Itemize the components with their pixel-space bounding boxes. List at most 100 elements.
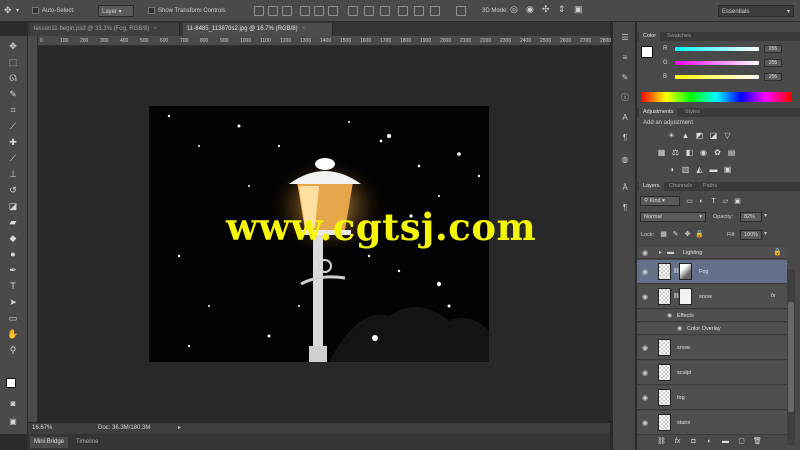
color-lookup-icon[interactable]: ▤ — [727, 148, 736, 157]
visibility-eye-icon[interactable]: ◉ — [642, 369, 648, 377]
align-vcenter-icon[interactable] — [268, 6, 278, 16]
lock-transparent-icon[interactable]: ▦ — [659, 230, 668, 239]
visibility-eye-icon[interactable]: ◉ — [642, 419, 648, 427]
delete-layer-icon[interactable]: 🗑 — [753, 437, 762, 446]
effect-color-overlay-row[interactable]: ◉ Color Overlay — [637, 323, 787, 335]
b-channel-value[interactable]: 255 — [764, 73, 782, 81]
distribute-right-icon[interactable] — [430, 6, 440, 16]
layer-fog[interactable]: ◉ fog — [637, 386, 787, 410]
r-channel-value[interactable]: 255 — [764, 45, 782, 53]
workspace-dropdown[interactable]: Essentials ▾ — [718, 5, 794, 17]
history-panel-icon[interactable]: ☰ — [619, 32, 631, 43]
fx-badge[interactable]: fx — [771, 293, 775, 299]
lock-position-icon[interactable]: ✥ — [683, 230, 692, 239]
opacity-value[interactable]: 82% — [740, 212, 762, 222]
brush-panel-icon[interactable]: ✎ — [619, 72, 631, 83]
new-group-icon[interactable]: ▬ — [721, 437, 730, 446]
tab-timeline[interactable]: Timeline — [72, 437, 102, 448]
layer-mask-thumbnail[interactable] — [679, 288, 692, 305]
tab-styles[interactable]: Styles — [681, 108, 704, 117]
lock-all-icon[interactable]: 🔒 — [695, 230, 704, 239]
path-selection-tool-icon[interactable]: ➤ — [6, 296, 20, 308]
marquee-tool-icon[interactable]: ⬚ — [6, 56, 20, 68]
tool-preset-dropdown[interactable]: ▾ — [16, 5, 19, 17]
black-white-icon[interactable]: ◧ — [685, 148, 694, 157]
layers-scrollbar-thumb[interactable] — [788, 302, 794, 412]
close-icon[interactable]: × — [302, 26, 306, 32]
tab-adjustments[interactable]: Adjustments — [639, 108, 678, 117]
r-channel-slider[interactable] — [675, 47, 759, 51]
eyedropper-tool-icon[interactable]: ⟋ — [6, 120, 20, 132]
filter-shape-icon[interactable]: ▱ — [721, 197, 730, 206]
status-menu-arrow-icon[interactable]: ▸ — [178, 424, 181, 431]
tab-paths[interactable]: Paths — [699, 182, 721, 191]
fill-slider-arrow-icon[interactable]: ▾ — [764, 230, 767, 237]
screen-mode-icon[interactable]: ▣ — [6, 416, 20, 428]
quick-mask-icon[interactable]: ◙ — [6, 398, 20, 410]
shape-tool-icon[interactable]: ▭ — [6, 312, 20, 324]
close-icon[interactable]: × — [153, 26, 157, 32]
distribute-vcenter-icon[interactable] — [364, 6, 374, 16]
visibility-eye-icon[interactable]: ◉ — [642, 249, 648, 257]
tab-mini-bridge[interactable]: Mini Bridge — [30, 437, 69, 448]
layer-snow-with-effects[interactable]: ◉ ⛓ snow fx — [637, 285, 787, 309]
tab-lesson11[interactable]: lesson11-begin.psd @ 33.3% (Fog, RGB/8) × — [30, 23, 180, 36]
vibrance-icon[interactable]: ▽ — [723, 131, 732, 140]
brightness-contrast-icon[interactable]: ☀ — [667, 131, 676, 140]
lock-image-icon[interactable]: ✎ — [671, 230, 680, 239]
character-panel-icon[interactable]: A — [619, 112, 631, 123]
tab-layers[interactable]: Layers — [639, 182, 664, 191]
foreground-swatch[interactable] — [641, 46, 653, 58]
eraser-tool-icon[interactable]: ◪ — [6, 200, 20, 212]
distribute-left-icon[interactable] — [398, 6, 408, 16]
align-bottom-icon[interactable] — [282, 6, 292, 16]
layer-filter-dropdown[interactable]: ⚲ Kind ▾ — [640, 196, 680, 206]
move-tool-icon[interactable]: ✥ — [4, 4, 12, 16]
effect-eye-icon[interactable]: ◉ — [677, 325, 682, 332]
b-channel-slider[interactable] — [675, 75, 759, 79]
3d-roll-icon[interactable]: ◉ — [526, 3, 534, 15]
pen-tool-icon[interactable]: ✒ — [6, 264, 20, 276]
align-hcenter-icon[interactable] — [314, 6, 324, 16]
brush-tool-icon[interactable]: ⟋ — [6, 152, 20, 164]
posterize-icon[interactable]: ▥ — [681, 165, 690, 174]
glyphs-panel-icon[interactable]: Ä — [619, 182, 631, 193]
filter-pixel-icon[interactable]: ▭ — [685, 197, 694, 206]
layer-stairs[interactable]: ◉ stairs — [637, 411, 787, 435]
dodge-tool-icon[interactable]: ● — [6, 248, 20, 260]
tab-channels[interactable]: Channels — [665, 182, 696, 191]
blur-tool-icon[interactable]: ◆ — [6, 232, 20, 244]
add-layer-style-icon[interactable]: fx — [673, 437, 682, 446]
clone-source-panel-icon[interactable]: ◍ — [619, 154, 631, 165]
hue-saturation-icon[interactable]: ▦ — [657, 148, 666, 157]
filter-type-icon[interactable]: T — [709, 197, 718, 206]
align-top-icon[interactable] — [254, 6, 264, 16]
zoom-level[interactable]: 16.67% — [32, 425, 52, 431]
paragraph-panel-icon[interactable]: ¶ — [619, 132, 631, 143]
gradient-map-icon[interactable]: ▬ — [709, 165, 718, 174]
layer-group-lighting[interactable]: ◉ ▸ ▬ Lighting 🔒 — [637, 247, 787, 259]
filter-smart-object-icon[interactable]: ▣ — [733, 197, 742, 206]
layer-fog-selected[interactable]: ◉ ⛓ Fog — [637, 260, 787, 284]
tab-color[interactable]: Color — [639, 32, 661, 41]
color-balance-icon[interactable]: ⚖ — [671, 148, 680, 157]
visibility-eye-icon[interactable]: ◉ — [642, 293, 648, 301]
auto-select-dropdown[interactable]: Layer ▾ — [98, 5, 134, 17]
visibility-eye-icon[interactable]: ◉ — [642, 268, 648, 276]
color-spectrum-ramp[interactable] — [641, 92, 791, 102]
clone-stamp-tool-icon[interactable]: ⊥ — [6, 168, 20, 180]
lasso-tool-icon[interactable]: ᘏ — [6, 72, 20, 84]
crop-tool-icon[interactable]: ⌗ — [6, 104, 20, 116]
levels-icon[interactable]: ▲ — [681, 131, 690, 140]
g-channel-slider[interactable] — [675, 61, 759, 65]
paragraph-styles-icon[interactable]: ¶ — [619, 202, 631, 213]
3d-pan-icon[interactable]: ✣ — [542, 3, 550, 15]
effects-eye-icon[interactable]: ◉ — [667, 312, 672, 319]
history-brush-tool-icon[interactable]: ↺ — [6, 184, 20, 196]
auto-align-icon[interactable] — [456, 6, 466, 16]
3d-scale-icon[interactable]: ▣ — [574, 3, 583, 15]
properties-panel-icon[interactable]: ≡ — [619, 52, 631, 63]
type-tool-icon[interactable]: T — [6, 280, 20, 292]
selective-color-icon[interactable]: ▣ — [723, 165, 732, 174]
distribute-hcenter-icon[interactable] — [414, 6, 424, 16]
